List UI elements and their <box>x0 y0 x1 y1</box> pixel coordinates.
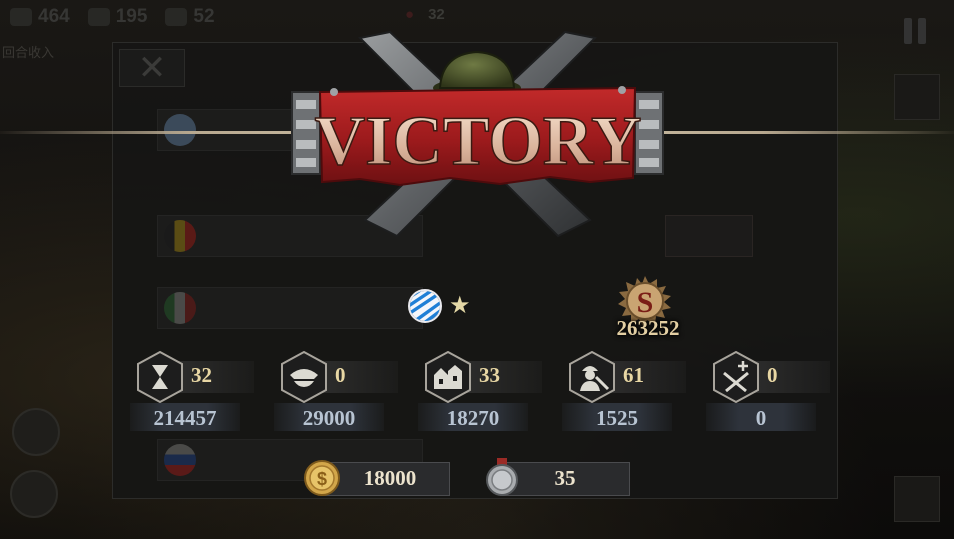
pause-button[interactable] <box>898 14 932 48</box>
ghost-nation-row <box>157 287 423 329</box>
officer-cap-icon <box>281 351 327 403</box>
resource-3: 52 <box>165 6 215 28</box>
crown-icon <box>10 8 32 26</box>
industry-icon <box>87 8 110 26</box>
diplomacy-button[interactable] <box>12 408 60 456</box>
victory-title: VICTORY <box>315 103 642 180</box>
side-scroll-button[interactable] <box>894 476 940 522</box>
score-value: 263252 <box>616 316 680 340</box>
crossed-rifles-plus-icon <box>713 351 759 403</box>
svg-text:$: $ <box>317 469 327 489</box>
victory-banner: VICTORY <box>291 30 664 238</box>
stat-count: 61 <box>623 363 644 387</box>
top-resource-bar: 464 195 52 <box>10 6 215 28</box>
city-icon <box>425 351 471 403</box>
stat-total: 1525 <box>596 406 638 430</box>
stat-total: 18270 <box>446 406 500 430</box>
turn-icon: ● <box>405 6 415 23</box>
stat-total: 29000 <box>302 406 356 430</box>
bavaria-flag-icon <box>408 289 442 323</box>
stat-total: 214457 <box>153 406 217 430</box>
stat-turns: 32 214457 <box>130 351 266 431</box>
stat-count: 0 <box>767 363 778 387</box>
soldier-kill-icon <box>569 351 615 403</box>
stat-losses: 0 0 <box>706 351 842 431</box>
ghost-flag-icon <box>164 114 196 146</box>
stat-kills: 61 1525 <box>562 351 698 431</box>
close-icon: ✕ <box>137 48 167 88</box>
ghost-flag-icon <box>164 220 196 252</box>
ghost-action-button <box>665 215 753 257</box>
resource-1: 464 <box>10 6 70 28</box>
stat-generals: 0 29000 <box>274 351 410 431</box>
settings-button[interactable] <box>10 470 58 518</box>
turn-income-label: 回合收入 <box>2 46 55 61</box>
stat-total: 0 <box>755 406 767 430</box>
ghost-flag-icon <box>164 292 196 324</box>
stat-count: 33 <box>479 363 500 387</box>
silver-medal-icon <box>486 458 518 496</box>
nation-star-rating: ★ <box>449 291 471 319</box>
stat-count: 32 <box>191 363 212 387</box>
oil-icon <box>165 8 188 26</box>
stat-cities: 33 18270 <box>418 351 554 431</box>
side-menu-button[interactable] <box>894 74 940 120</box>
svg-text:S: S <box>637 286 654 319</box>
turn-count: 32 <box>428 6 445 23</box>
medal-reward-value: 35 <box>554 466 576 490</box>
resource-2: 195 <box>87 6 147 28</box>
hourglass-icon <box>137 351 183 403</box>
gold-reward-value: 18000 <box>363 466 417 490</box>
gold-coin-icon: $ <box>304 460 340 496</box>
ghost-flag-icon <box>164 444 196 476</box>
close-button[interactable]: ✕ <box>119 49 185 87</box>
turn-indicator: ● 32 <box>405 6 445 23</box>
stat-count: 0 <box>335 363 346 387</box>
